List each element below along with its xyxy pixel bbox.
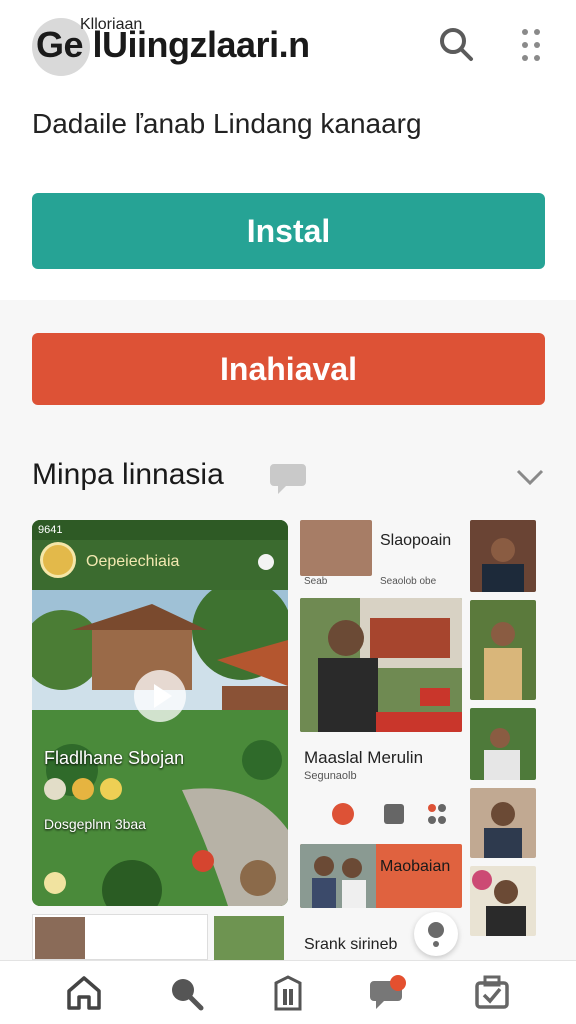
- item-meta: Seaolob obe: [380, 576, 437, 587]
- secondary-action-button[interactable]: Inahiaval: [32, 333, 545, 405]
- chat-bubble-icon[interactable]: [268, 460, 308, 496]
- app-header: Ge lUiingzlaari.n: [0, 0, 576, 92]
- thumbnail[interactable]: [470, 520, 536, 592]
- item-actions: [332, 803, 446, 825]
- app-subtitle: Dadaile ľanab Lindang kanaarg: [32, 108, 422, 139]
- library-icon[interactable]: [268, 973, 308, 1013]
- thumbnail[interactable]: [470, 708, 536, 780]
- share-icon[interactable]: [100, 778, 122, 800]
- bottom-navigation: [0, 960, 576, 1024]
- like-icon[interactable]: [44, 778, 66, 800]
- feed-right-column: [470, 520, 544, 960]
- chevron-down-icon[interactable]: [514, 462, 546, 492]
- video-meta: Dosgeplnn 3baa: [44, 816, 146, 832]
- more-icon: [428, 804, 446, 824]
- options-dot-icon[interactable]: [258, 554, 274, 570]
- item-meta: Seab: [304, 576, 328, 587]
- thumbnail[interactable]: [214, 916, 284, 960]
- reaction-icon[interactable]: [72, 778, 94, 800]
- video-title: Fladlhane Sbojan: [44, 748, 185, 768]
- thumbnail[interactable]: [300, 520, 372, 576]
- section-title: Minpa linnasia: [32, 458, 224, 491]
- post-image[interactable]: [300, 598, 462, 732]
- item-meta: Segunaolb: [304, 770, 357, 782]
- play-icon[interactable]: [134, 670, 186, 722]
- inbox-icon[interactable]: [472, 973, 512, 1013]
- promo-thumbnail: [300, 844, 376, 908]
- more-vert-icon[interactable]: [516, 26, 546, 66]
- search-icon[interactable]: [436, 24, 476, 64]
- thumbnail: [35, 917, 85, 959]
- thumbnail[interactable]: [470, 866, 536, 936]
- channel-avatar[interactable]: [40, 542, 76, 578]
- save-icon: [384, 804, 404, 824]
- home-icon[interactable]: [64, 973, 104, 1013]
- location-pin-icon[interactable]: [192, 850, 214, 872]
- thumbnail[interactable]: [470, 788, 536, 858]
- list-item[interactable]: [32, 914, 208, 960]
- channel-name[interactable]: Oepeiechiaia: [86, 553, 179, 571]
- install-button[interactable]: Instal: [32, 193, 545, 269]
- share-circle-icon[interactable]: [240, 860, 276, 896]
- search-icon[interactable]: [166, 973, 206, 1013]
- fab-share-icon[interactable]: [414, 912, 458, 956]
- lock-icon: [332, 803, 354, 825]
- item-title[interactable]: Slaopoain: [380, 532, 451, 550]
- chat-icon[interactable]: [370, 973, 410, 1013]
- feed-middle-column: Slaopoain Seab Seaolob obe Maaslal Merul…: [300, 520, 462, 960]
- badge-icon: [44, 872, 66, 894]
- status-bar: 9641: [32, 520, 288, 540]
- promo-title[interactable]: Maobaian: [380, 858, 450, 876]
- thumbnail[interactable]: [470, 600, 536, 700]
- app-title: Ge lUiingzlaari.n: [36, 24, 310, 65]
- promo-card[interactable]: [300, 844, 462, 908]
- item-title[interactable]: Klloriaan: [80, 16, 142, 34]
- featured-video-card[interactable]: 9641 Oepeiechiaia Fladlhane Sbojan Dosge…: [32, 520, 288, 906]
- item-title[interactable]: Srank sirineb: [304, 936, 397, 954]
- notification-badge: [390, 975, 406, 991]
- item-title[interactable]: Maaslal Merulin: [304, 748, 423, 768]
